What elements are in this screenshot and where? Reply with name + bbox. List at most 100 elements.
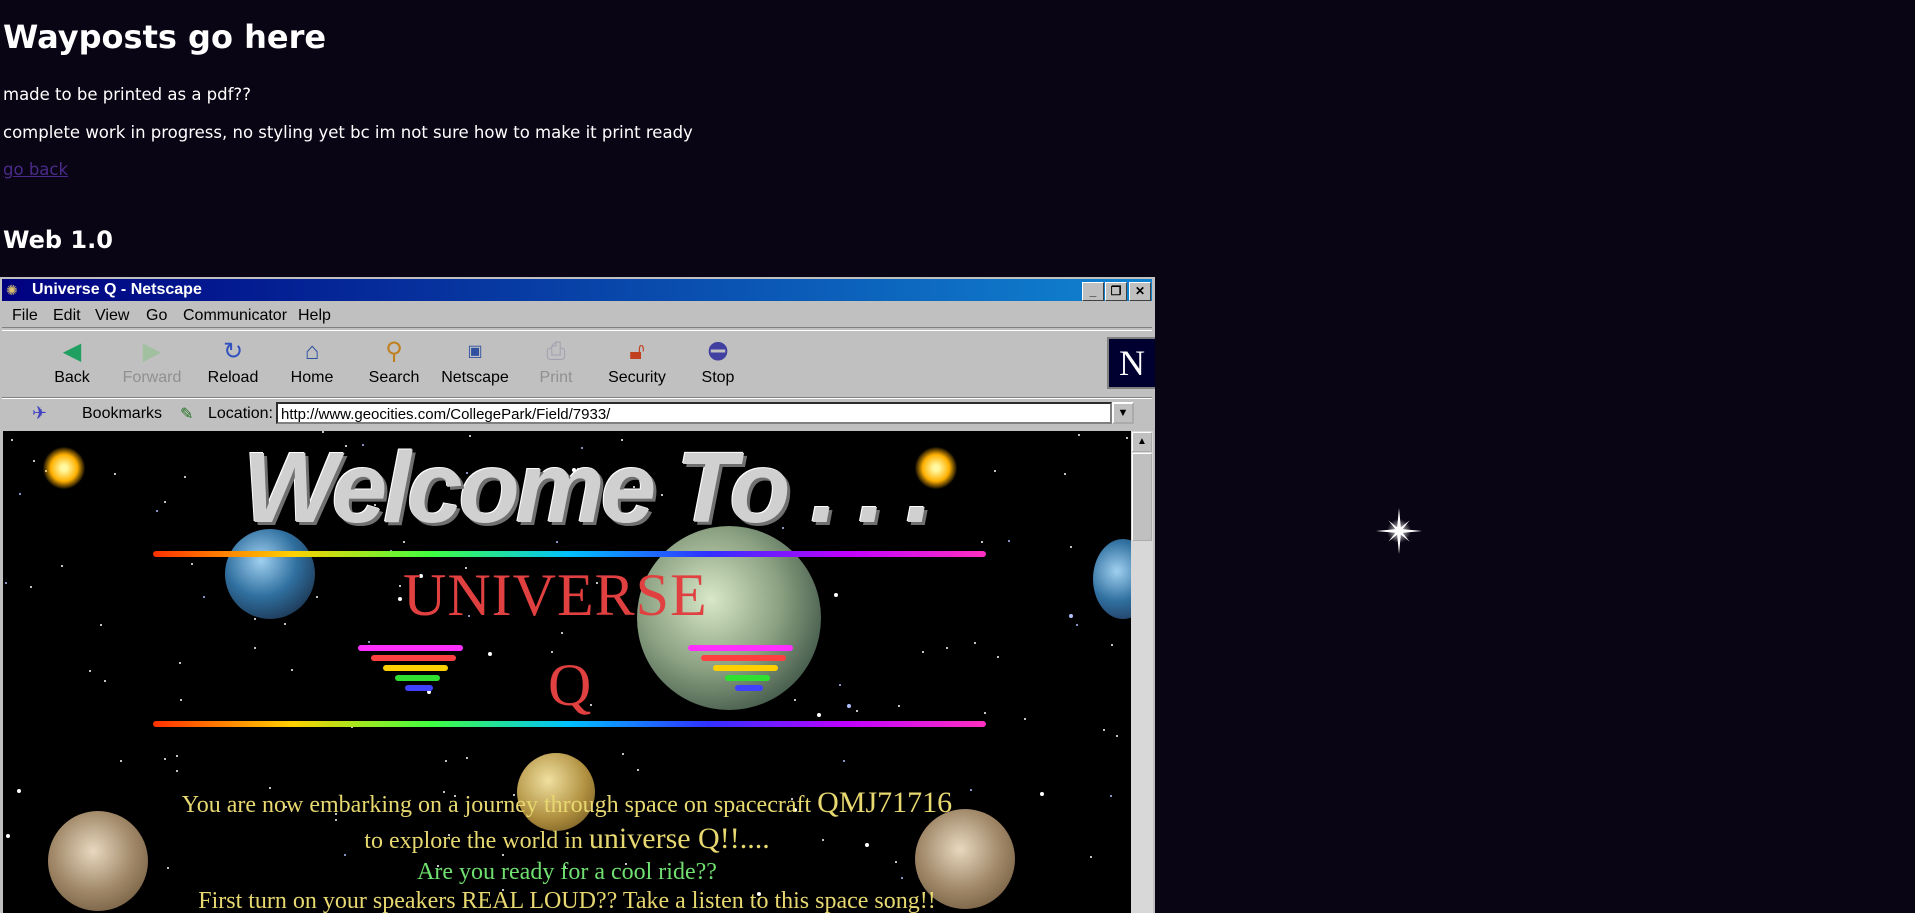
star <box>19 493 21 495</box>
star <box>1090 856 1092 858</box>
page-title: Wayposts go here <box>3 18 327 56</box>
message-line-2: to explore the world in universe Q!!.... <box>364 822 770 855</box>
security-button[interactable]: 🔓︎ Security <box>605 337 669 387</box>
home-button[interactable]: ⌂ Home <box>287 337 337 387</box>
welcome-banner: Welcome To . . . <box>243 432 933 544</box>
reload-button[interactable]: ↻ Reload <box>205 337 261 387</box>
netscape-app-icon: ✺ <box>6 282 18 298</box>
star <box>89 670 91 672</box>
menu-go[interactable]: Go <box>146 307 167 325</box>
star <box>156 510 158 512</box>
rainbow-divider-top <box>153 551 986 557</box>
search-button[interactable]: ⚲ Search <box>366 337 422 387</box>
q-title: Q <box>548 652 592 718</box>
back-button[interactable]: ◀ Back <box>47 337 97 387</box>
star <box>997 656 999 658</box>
message-line-1: You are now embarking on a journey throu… <box>181 786 953 819</box>
menu-communicator[interactable]: Communicator <box>183 307 287 325</box>
star <box>1069 614 1073 618</box>
star <box>561 632 563 634</box>
message-line-4: First turn on your speakers REAL LOUD?? … <box>198 888 936 913</box>
sun-left <box>43 447 85 489</box>
star <box>466 757 468 759</box>
star <box>1064 473 1066 475</box>
reload-icon: ↻ <box>222 338 244 365</box>
window-titlebar: ✺ Universe Q - Netscape _ ❐ ✕ <box>2 279 1152 301</box>
star <box>184 476 186 478</box>
star <box>445 760 447 762</box>
netscape-icon: ▣ <box>467 343 483 360</box>
star <box>637 769 639 771</box>
star <box>898 705 900 707</box>
stop-icon: ⛔︎ <box>707 338 729 365</box>
go-back-link[interactable]: go back <box>3 160 68 179</box>
netscape-logo: N <box>1107 337 1155 389</box>
home-icon: ⌂ <box>304 338 320 365</box>
star <box>856 710 858 712</box>
star <box>1070 546 1072 548</box>
intro-line: made to be printed as a pdf?? <box>3 85 251 104</box>
star <box>164 758 166 760</box>
star <box>164 501 166 503</box>
star <box>981 541 983 543</box>
star <box>5 582 7 584</box>
lock-icon: 🔓︎ <box>629 338 645 365</box>
star <box>368 641 370 643</box>
vertical-scrollbar[interactable]: ▲ <box>1131 431 1153 913</box>
location-bar: ✈ Bookmarks ✎ Location: http://www.geoci… <box>2 398 1152 429</box>
star <box>1008 540 1010 542</box>
universe-title: UNIVERSE <box>403 562 708 628</box>
search-icon: ⚲ <box>385 338 403 365</box>
window-title: Universe Q - Netscape <box>32 281 202 298</box>
star <box>622 753 624 755</box>
star <box>33 460 35 462</box>
star <box>1103 729 1105 731</box>
star <box>1111 644 1113 646</box>
rainbow-divider-bottom <box>153 721 986 727</box>
section-heading: Web 1.0 <box>3 226 113 254</box>
menu-help[interactable]: Help <box>298 307 331 325</box>
star <box>11 439 13 441</box>
star <box>180 699 182 701</box>
menu-bar: File Edit View Go Communicator Help <box>2 303 1152 328</box>
star <box>120 760 122 762</box>
star <box>176 770 178 772</box>
bookmarks-button[interactable]: Bookmarks <box>82 405 162 423</box>
star <box>922 651 924 653</box>
star <box>994 470 996 472</box>
star <box>61 565 63 567</box>
restore-button[interactable]: ❐ <box>1105 282 1127 301</box>
star <box>254 618 256 620</box>
star <box>100 624 102 626</box>
star <box>291 669 293 671</box>
menu-view[interactable]: View <box>95 307 129 325</box>
star <box>488 652 492 656</box>
earth-right <box>1093 539 1131 619</box>
menu-file[interactable]: File <box>12 307 38 325</box>
star <box>179 662 181 664</box>
wip-note: complete work in progress, no styling ye… <box>3 123 693 142</box>
star <box>847 704 851 708</box>
menu-edit[interactable]: Edit <box>53 307 81 325</box>
scroll-thumb[interactable] <box>1132 453 1152 541</box>
print-button[interactable]: ⎙ Print <box>535 337 577 387</box>
close-button[interactable]: ✕ <box>1129 282 1151 301</box>
minimize-button[interactable]: _ <box>1082 282 1104 301</box>
star <box>398 597 402 601</box>
star <box>114 473 116 475</box>
stop-button[interactable]: ⛔︎ Stop <box>697 337 739 387</box>
star <box>1078 434 1080 436</box>
netscape-button[interactable]: ▣ Netscape <box>438 337 512 387</box>
star <box>1126 437 1128 439</box>
star <box>1116 735 1118 737</box>
star <box>284 623 286 625</box>
location-icon: ✎ <box>180 406 194 423</box>
star <box>316 596 318 598</box>
url-dropdown-button[interactable]: ▼ <box>1112 402 1134 424</box>
forward-button[interactable]: ▶ Forward <box>120 337 184 387</box>
star <box>1024 718 1026 720</box>
star <box>176 755 178 757</box>
star <box>254 647 256 649</box>
url-field[interactable]: http://www.geocities.com/CollegePark/Fie… <box>276 402 1112 424</box>
scroll-up-button[interactable]: ▲ <box>1132 432 1152 452</box>
